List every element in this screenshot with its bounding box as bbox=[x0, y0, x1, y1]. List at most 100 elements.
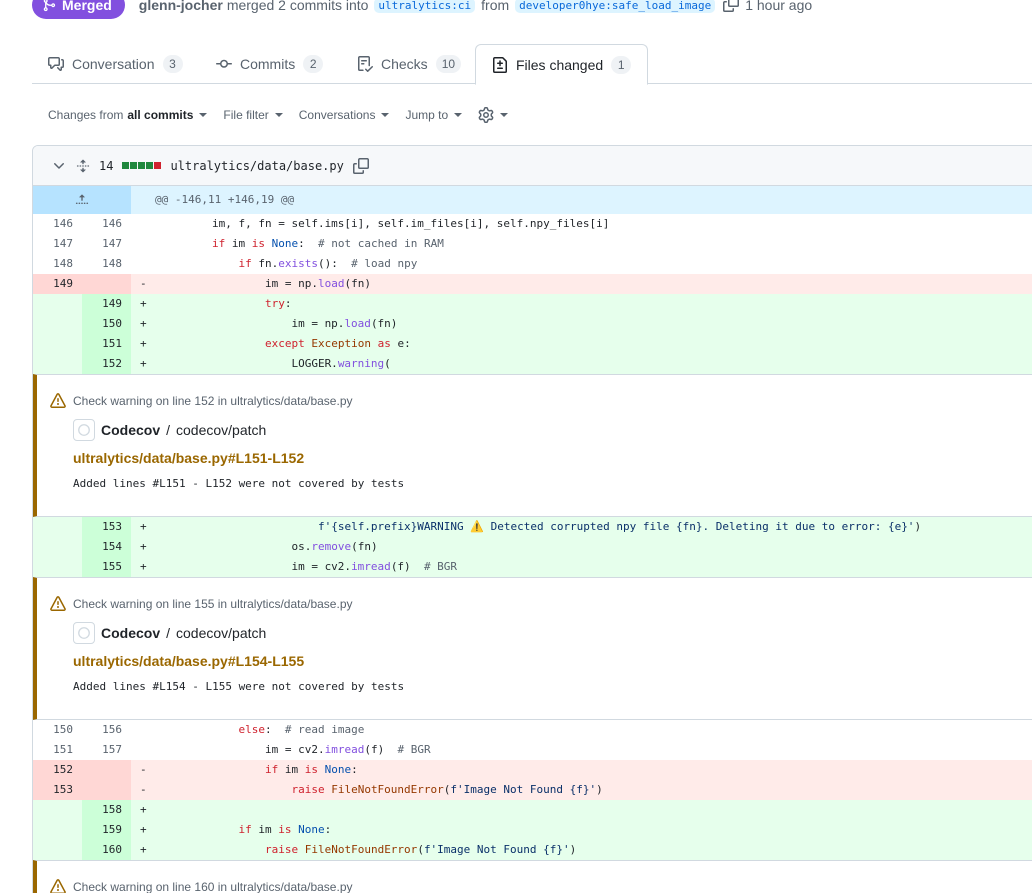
old-line-number[interactable] bbox=[33, 294, 82, 314]
gear-icon bbox=[478, 107, 494, 123]
new-line-number[interactable]: 158 bbox=[82, 800, 131, 820]
new-line-number[interactable]: 153 bbox=[82, 517, 131, 537]
new-line-number[interactable] bbox=[82, 780, 131, 800]
code-line: raise FileNotFoundError(f'Image Not Foun… bbox=[264, 843, 577, 856]
old-line-number[interactable]: 149 bbox=[33, 274, 82, 294]
code-line: im, f, fn = self.ims[i], self.im_files[i… bbox=[159, 217, 610, 230]
old-line-number[interactable]: 148 bbox=[33, 254, 82, 274]
expand-up-button[interactable] bbox=[33, 186, 131, 214]
caret-down-icon bbox=[199, 113, 208, 117]
new-line-number[interactable]: 160 bbox=[82, 840, 131, 860]
diff-line-added: 151 + except Exception as e: bbox=[33, 334, 1032, 354]
diff-line-added: 153 + f'{self.prefix}WARNING ⚠️ Detected … bbox=[33, 517, 1032, 537]
old-line-number[interactable]: 152 bbox=[33, 760, 82, 780]
caret-down-icon bbox=[454, 113, 463, 117]
alert-icon bbox=[50, 393, 66, 408]
annotation-file-link[interactable]: ultralytics/data/base.py#L151-L152 bbox=[73, 450, 1032, 470]
new-line-number[interactable]: 154 bbox=[82, 537, 131, 557]
author-link[interactable]: glenn-jocher bbox=[139, 0, 223, 13]
diff-line-added: 158 + bbox=[33, 800, 1032, 820]
alert-icon bbox=[50, 596, 66, 611]
code-line: try: bbox=[264, 297, 292, 310]
old-line-number[interactable] bbox=[33, 334, 82, 354]
hunk-range: @@ -146,11 +146,19 @@ bbox=[131, 186, 1032, 214]
jump-to-dropdown[interactable]: Jump to bbox=[405, 108, 463, 122]
new-line-number[interactable]: 150 bbox=[82, 314, 131, 334]
old-line-number[interactable] bbox=[33, 354, 82, 374]
diff-line-added: 150 + im = np.load(fn) bbox=[33, 314, 1032, 334]
annotation-title-text: Check warning on line 155 in ultralytics… bbox=[73, 597, 353, 611]
new-line-number[interactable]: 151 bbox=[82, 334, 131, 354]
conversations-label: Conversations bbox=[298, 108, 376, 122]
tab-checks[interactable]: Checks 10 bbox=[357, 44, 462, 84]
comment-discussion-icon bbox=[48, 56, 64, 72]
new-line-number[interactable]: 156 bbox=[82, 720, 131, 740]
code-line: if im is None: # not cached in RAM bbox=[211, 237, 444, 250]
old-line-number[interactable] bbox=[33, 557, 82, 577]
changes-from-value: all commits bbox=[127, 108, 194, 122]
annotation-title-text: Check warning on line 160 in ultralytics… bbox=[73, 880, 353, 893]
diff-line-added: 154 + os.remove(fn) bbox=[33, 537, 1032, 557]
annotation-app-name[interactable]: Codecov bbox=[101, 625, 160, 641]
old-line-number[interactable] bbox=[33, 517, 82, 537]
annotation-app-name[interactable]: Codecov bbox=[101, 422, 160, 438]
annotation-check-name: codecov/patch bbox=[176, 422, 267, 438]
diff-line-added: 160 + raise FileNotFoundError(f'Image Not… bbox=[33, 840, 1032, 860]
new-line-number[interactable] bbox=[82, 760, 131, 780]
base-branch[interactable]: ultralytics:ci bbox=[374, 0, 476, 13]
new-line-number[interactable]: 152 bbox=[82, 354, 131, 374]
new-line-number[interactable]: 157 bbox=[82, 740, 131, 760]
code-line: im = cv2.imread(f) # BGR bbox=[159, 743, 431, 756]
codecov-avatar bbox=[73, 419, 95, 441]
diff-settings-button[interactable] bbox=[478, 107, 509, 123]
new-line-number[interactable]: 159 bbox=[82, 820, 131, 840]
tab-conversation-count: 3 bbox=[162, 55, 183, 73]
old-line-number[interactable]: 147 bbox=[33, 234, 82, 254]
codecov-avatar bbox=[73, 622, 95, 644]
copy-path-icon[interactable] bbox=[352, 157, 369, 174]
diff-sign: - bbox=[140, 763, 147, 776]
diff-sign: + bbox=[140, 843, 147, 856]
annotation-app: Codecov / codecov/patch bbox=[73, 419, 1032, 441]
old-line-number[interactable] bbox=[33, 314, 82, 334]
copy-icon[interactable] bbox=[723, 0, 740, 15]
head-branch[interactable]: developer0hye:safe_load_image bbox=[515, 0, 716, 13]
new-line-number[interactable]: 147 bbox=[82, 234, 131, 254]
new-line-number[interactable]: 149 bbox=[82, 294, 131, 314]
new-line-number[interactable]: 148 bbox=[82, 254, 131, 274]
chevron-down-icon[interactable] bbox=[51, 158, 67, 174]
old-line-number[interactable]: 146 bbox=[33, 214, 82, 234]
diff-sign: + bbox=[140, 337, 147, 350]
diff-sign: - bbox=[140, 783, 147, 796]
tab-commits[interactable]: Commits 2 bbox=[216, 44, 324, 84]
annotation-title: Check warning on line 155 in ultralytics… bbox=[50, 592, 1032, 616]
diff-line-added: 155 + im = cv2.imread(f) # BGR bbox=[33, 557, 1032, 577]
old-line-number[interactable]: 151 bbox=[33, 740, 82, 760]
code-line: if fn.exists(): # load npy bbox=[238, 257, 418, 270]
hunk-header: @@ -146,11 +146,19 @@ bbox=[33, 186, 1032, 214]
old-line-number[interactable]: 153 bbox=[33, 780, 82, 800]
annotation-file-link[interactable]: ultralytics/data/base.py#L154-L155 bbox=[73, 653, 1032, 673]
new-line-number[interactable]: 146 bbox=[82, 214, 131, 234]
old-line-number[interactable] bbox=[33, 537, 82, 557]
file-filter-dropdown[interactable]: File filter bbox=[223, 108, 283, 122]
conversations-dropdown[interactable]: Conversations bbox=[299, 108, 390, 122]
checklist-icon bbox=[357, 56, 373, 72]
old-line-number[interactable] bbox=[33, 820, 82, 840]
from-text: from bbox=[481, 0, 510, 13]
old-line-number[interactable] bbox=[33, 840, 82, 860]
new-line-number[interactable] bbox=[82, 274, 131, 294]
check-annotation: Check warning on line 155 in ultralytics… bbox=[33, 577, 1032, 720]
caret-down-icon bbox=[381, 113, 390, 117]
diff-sign bbox=[131, 720, 151, 740]
tab-files-changed[interactable]: Files changed 1 bbox=[475, 44, 649, 85]
file-path-link[interactable]: ultralytics/data/base.py bbox=[170, 159, 343, 173]
old-line-number[interactable] bbox=[33, 800, 82, 820]
unfold-icon[interactable] bbox=[76, 159, 90, 173]
new-line-number[interactable]: 155 bbox=[82, 557, 131, 577]
old-line-number[interactable]: 150 bbox=[33, 720, 82, 740]
pr-header: Merged glenn-jocher merged 2 commits int… bbox=[32, 0, 812, 19]
changes-from-dropdown[interactable]: Changes from all commits bbox=[48, 108, 208, 122]
tab-conversation[interactable]: Conversation 3 bbox=[48, 44, 183, 84]
diff-line-context: 151 157 im = cv2.imread(f) # BGR bbox=[33, 740, 1032, 760]
